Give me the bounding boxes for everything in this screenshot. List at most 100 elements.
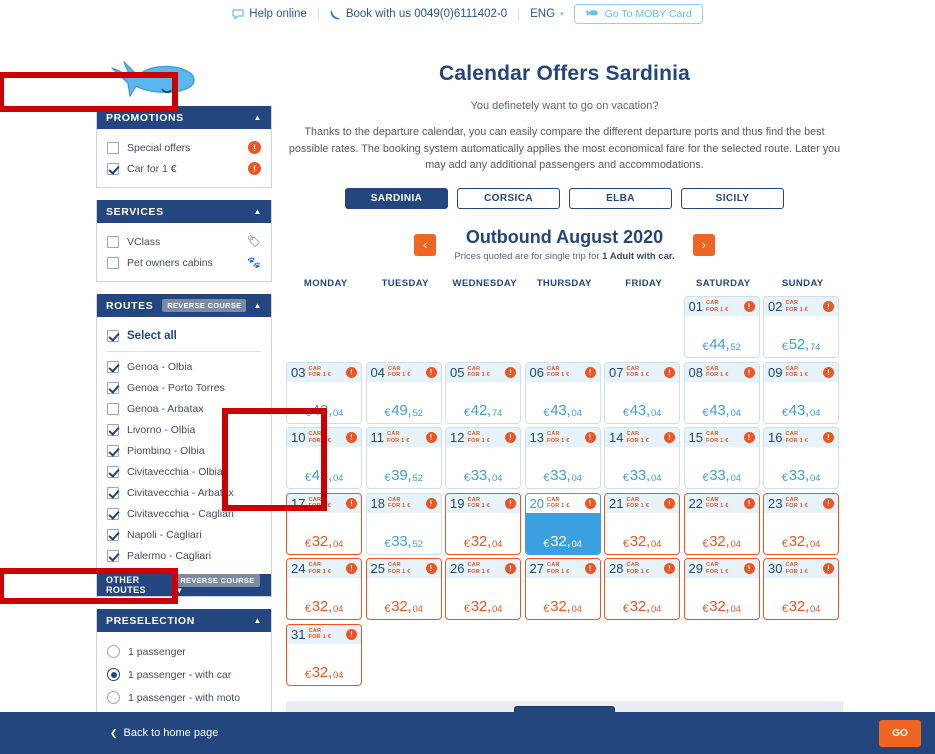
calendar-day-18[interactable]: 18 CAR FOR 1 €! €33, 52	[365, 492, 442, 555]
calendar-day-03[interactable]: 03 CAR FOR 1 €! €43, 04	[286, 361, 362, 424]
checkbox[interactable]	[107, 381, 119, 394]
calendar-day-30[interactable]: 30 CAR FOR 1 €! €32, 04	[763, 558, 839, 621]
calendar-day-cell[interactable]: 29 CAR FOR 1 €! €32, 04	[683, 558, 764, 624]
calendar-day-08[interactable]: 08 CAR FOR 1 €! €43, 04	[683, 361, 760, 424]
info-badge-icon[interactable]: !	[505, 432, 516, 444]
info-badge-icon[interactable]: !	[425, 432, 437, 444]
book-with-us-link[interactable]: Book with us 0049(0)6111402-0	[330, 8, 507, 20]
calendar-day-02[interactable]: 02 CAR FOR 1 €! €52, 74	[763, 296, 839, 359]
info-badge-icon[interactable]: !	[743, 432, 755, 444]
info-badge-icon[interactable]: !	[346, 628, 357, 640]
checkbox[interactable]	[107, 402, 119, 415]
checkbox[interactable]	[107, 256, 119, 269]
calendar-day-cell[interactable]: 24 CAR FOR 1 €! €32, 04	[286, 558, 366, 624]
calendar-day-cell[interactable]: 20 CAR FOR 1 €! €32, 04	[524, 492, 605, 559]
calendar-day-05[interactable]: 05 CAR FOR 1 €! €42, 74	[445, 361, 521, 424]
checkbox[interactable]	[107, 444, 119, 457]
info-badge-icon[interactable]: !	[823, 497, 834, 509]
service-item-pet-owners-cabins[interactable]: Pet owners cabins 🐾	[107, 252, 261, 273]
calendar-day-17[interactable]: 17 CAR FOR 1 €! €32, 04	[286, 492, 362, 555]
checkbox[interactable]	[107, 549, 119, 562]
chevron-up-icon[interactable]: ▲	[253, 207, 262, 216]
moby-lines-logo[interactable]	[104, 56, 200, 100]
info-badge-icon[interactable]: !	[425, 497, 437, 509]
chevron-up-icon[interactable]: ▲	[253, 113, 262, 122]
calendar-day-20[interactable]: 20 CAR FOR 1 €! €32, 04	[524, 492, 601, 555]
info-badge-icon[interactable]: !	[425, 366, 437, 378]
calendar-day-12[interactable]: 12 CAR FOR 1 €! €33, 04	[445, 427, 521, 490]
panel-services-header[interactable]: SERVICES ▲	[97, 200, 271, 223]
calendar-day-cell[interactable]: 07 CAR FOR 1 €! €43, 04	[604, 361, 684, 428]
calendar-day-11[interactable]: 11 CAR FOR 1 €! €39, 52	[365, 427, 442, 490]
chevron-down-icon[interactable]: ▼	[175, 586, 183, 595]
radio[interactable]	[107, 668, 120, 681]
calendar-day-cell[interactable]: 22 CAR FOR 1 €! €32, 04	[683, 492, 764, 559]
go-to-moby-card-button[interactable]: Go To MOBY Card	[573, 4, 703, 24]
calendar-day-cell[interactable]: 16 CAR FOR 1 €! €33, 04	[763, 427, 843, 493]
info-badge-icon[interactable]: !	[505, 497, 516, 509]
calendar-day-cell[interactable]: 28 CAR FOR 1 €! €32, 04	[604, 558, 684, 624]
help-online-link[interactable]: Help online	[232, 8, 307, 20]
calendar-day-cell[interactable]: 15 CAR FOR 1 €! €33, 04	[683, 427, 764, 493]
calendar-day-cell[interactable]: 18 CAR FOR 1 €! €33, 52	[365, 492, 446, 559]
calendar-day-24[interactable]: 24 CAR FOR 1 €! €32, 04	[286, 558, 362, 621]
calendar-day-29[interactable]: 29 CAR FOR 1 €! €32, 04	[683, 558, 760, 621]
calendar-day-cell[interactable]: 05 CAR FOR 1 €! €42, 74	[445, 361, 525, 428]
calendar-day-10[interactable]: 10 CAR FOR 1 €! €43, 04	[286, 427, 362, 490]
info-badge-icon[interactable]: !	[584, 366, 596, 378]
tab-elba[interactable]: ELBA	[569, 188, 672, 210]
checkbox[interactable]	[107, 235, 119, 248]
calendar-day-cell[interactable]: 09 CAR FOR 1 €! €43, 04	[763, 361, 843, 428]
calendar-day-15[interactable]: 15 CAR FOR 1 €! €33, 04	[683, 427, 760, 490]
info-badge-icon[interactable]: !	[505, 366, 516, 378]
preselection-option[interactable]: 1 passenger	[107, 640, 261, 663]
calendar-day-cell[interactable]: 03 CAR FOR 1 €! €43, 04	[286, 361, 366, 428]
route-item[interactable]: Civitavecchia - Arbatax	[107, 482, 261, 503]
calendar-day-26[interactable]: 26 CAR FOR 1 €! €32, 04	[445, 558, 521, 621]
calendar-day-14[interactable]: 14 CAR FOR 1 €! €33, 04	[604, 427, 680, 490]
calendar-day-21[interactable]: 21 CAR FOR 1 €! €32, 04	[604, 492, 680, 555]
info-badge-icon[interactable]: !	[505, 563, 516, 575]
chevron-up-icon[interactable]: ▲	[253, 616, 262, 625]
calendar-day-31[interactable]: 31 CAR FOR 1 €! €32, 04	[286, 623, 362, 686]
route-item[interactable]: Genoa - Arbatax	[107, 398, 261, 419]
checkbox[interactable]	[107, 141, 119, 154]
calendar-day-cell[interactable]: 13 CAR FOR 1 €! €33, 04	[524, 427, 605, 493]
route-item[interactable]: Palermo - Cagliari	[107, 545, 261, 566]
calendar-day-cell[interactable]: 31 CAR FOR 1 €! €32, 04	[286, 623, 366, 690]
info-badge-icon[interactable]: !	[743, 301, 755, 313]
calendar-day-04[interactable]: 04 CAR FOR 1 €! €49, 52	[365, 361, 442, 424]
route-item[interactable]: Livorno - Olbia	[107, 419, 261, 440]
calendar-day-16[interactable]: 16 CAR FOR 1 €! €33, 04	[763, 427, 839, 490]
calendar-day-cell[interactable]: 12 CAR FOR 1 €! €33, 04	[445, 427, 525, 493]
next-month-button[interactable]: ›	[692, 233, 715, 256]
calendar-day-cell[interactable]: 26 CAR FOR 1 €! €32, 04	[445, 558, 525, 624]
route-item[interactable]: Napoli - Cagliari	[107, 524, 261, 545]
tab-sicily[interactable]: SICILY	[681, 188, 784, 210]
info-badge-icon[interactable]: !	[664, 366, 675, 378]
info-badge-icon[interactable]: !	[743, 497, 755, 509]
calendar-day-cell[interactable]: 21 CAR FOR 1 €! €32, 04	[604, 492, 684, 559]
preselection-option[interactable]: 1 passenger - with moto	[107, 686, 261, 709]
checkbox[interactable]	[107, 528, 119, 541]
panel-promotions-header[interactable]: PROMOTIONS ▲	[97, 106, 271, 129]
calendar-day-cell[interactable]: 23 CAR FOR 1 €! €32, 04	[763, 492, 843, 559]
info-badge-icon[interactable]: !	[743, 366, 755, 378]
checkbox[interactable]	[107, 465, 119, 478]
info-badge-icon[interactable]: !	[664, 563, 675, 575]
info-badge-icon[interactable]: !	[346, 366, 357, 378]
chevron-up-icon[interactable]: ▲	[253, 301, 262, 310]
info-badge-icon[interactable]: !	[248, 141, 261, 154]
promotion-item-car-for-1-euro[interactable]: Car for 1 € !	[107, 158, 261, 179]
calendar-day-07[interactable]: 07 CAR FOR 1 €! €43, 04	[604, 361, 680, 424]
panel-routes-header[interactable]: ROUTES REVERSE COURSE ▲	[97, 294, 271, 317]
route-item[interactable]: Civitavecchia - Cagliari	[107, 503, 261, 524]
info-badge-icon[interactable]: !	[664, 497, 675, 509]
tab-corsica[interactable]: CORSICA	[457, 188, 560, 210]
info-badge-icon[interactable]: !	[346, 563, 357, 575]
info-badge-icon[interactable]: !	[823, 301, 834, 313]
info-badge-icon[interactable]: !	[584, 432, 596, 444]
reverse-course-button-other[interactable]: REVERSE COURSE	[175, 574, 260, 587]
calendar-day-cell[interactable]: 08 CAR FOR 1 €! €43, 04	[683, 361, 764, 428]
radio[interactable]	[107, 645, 120, 658]
